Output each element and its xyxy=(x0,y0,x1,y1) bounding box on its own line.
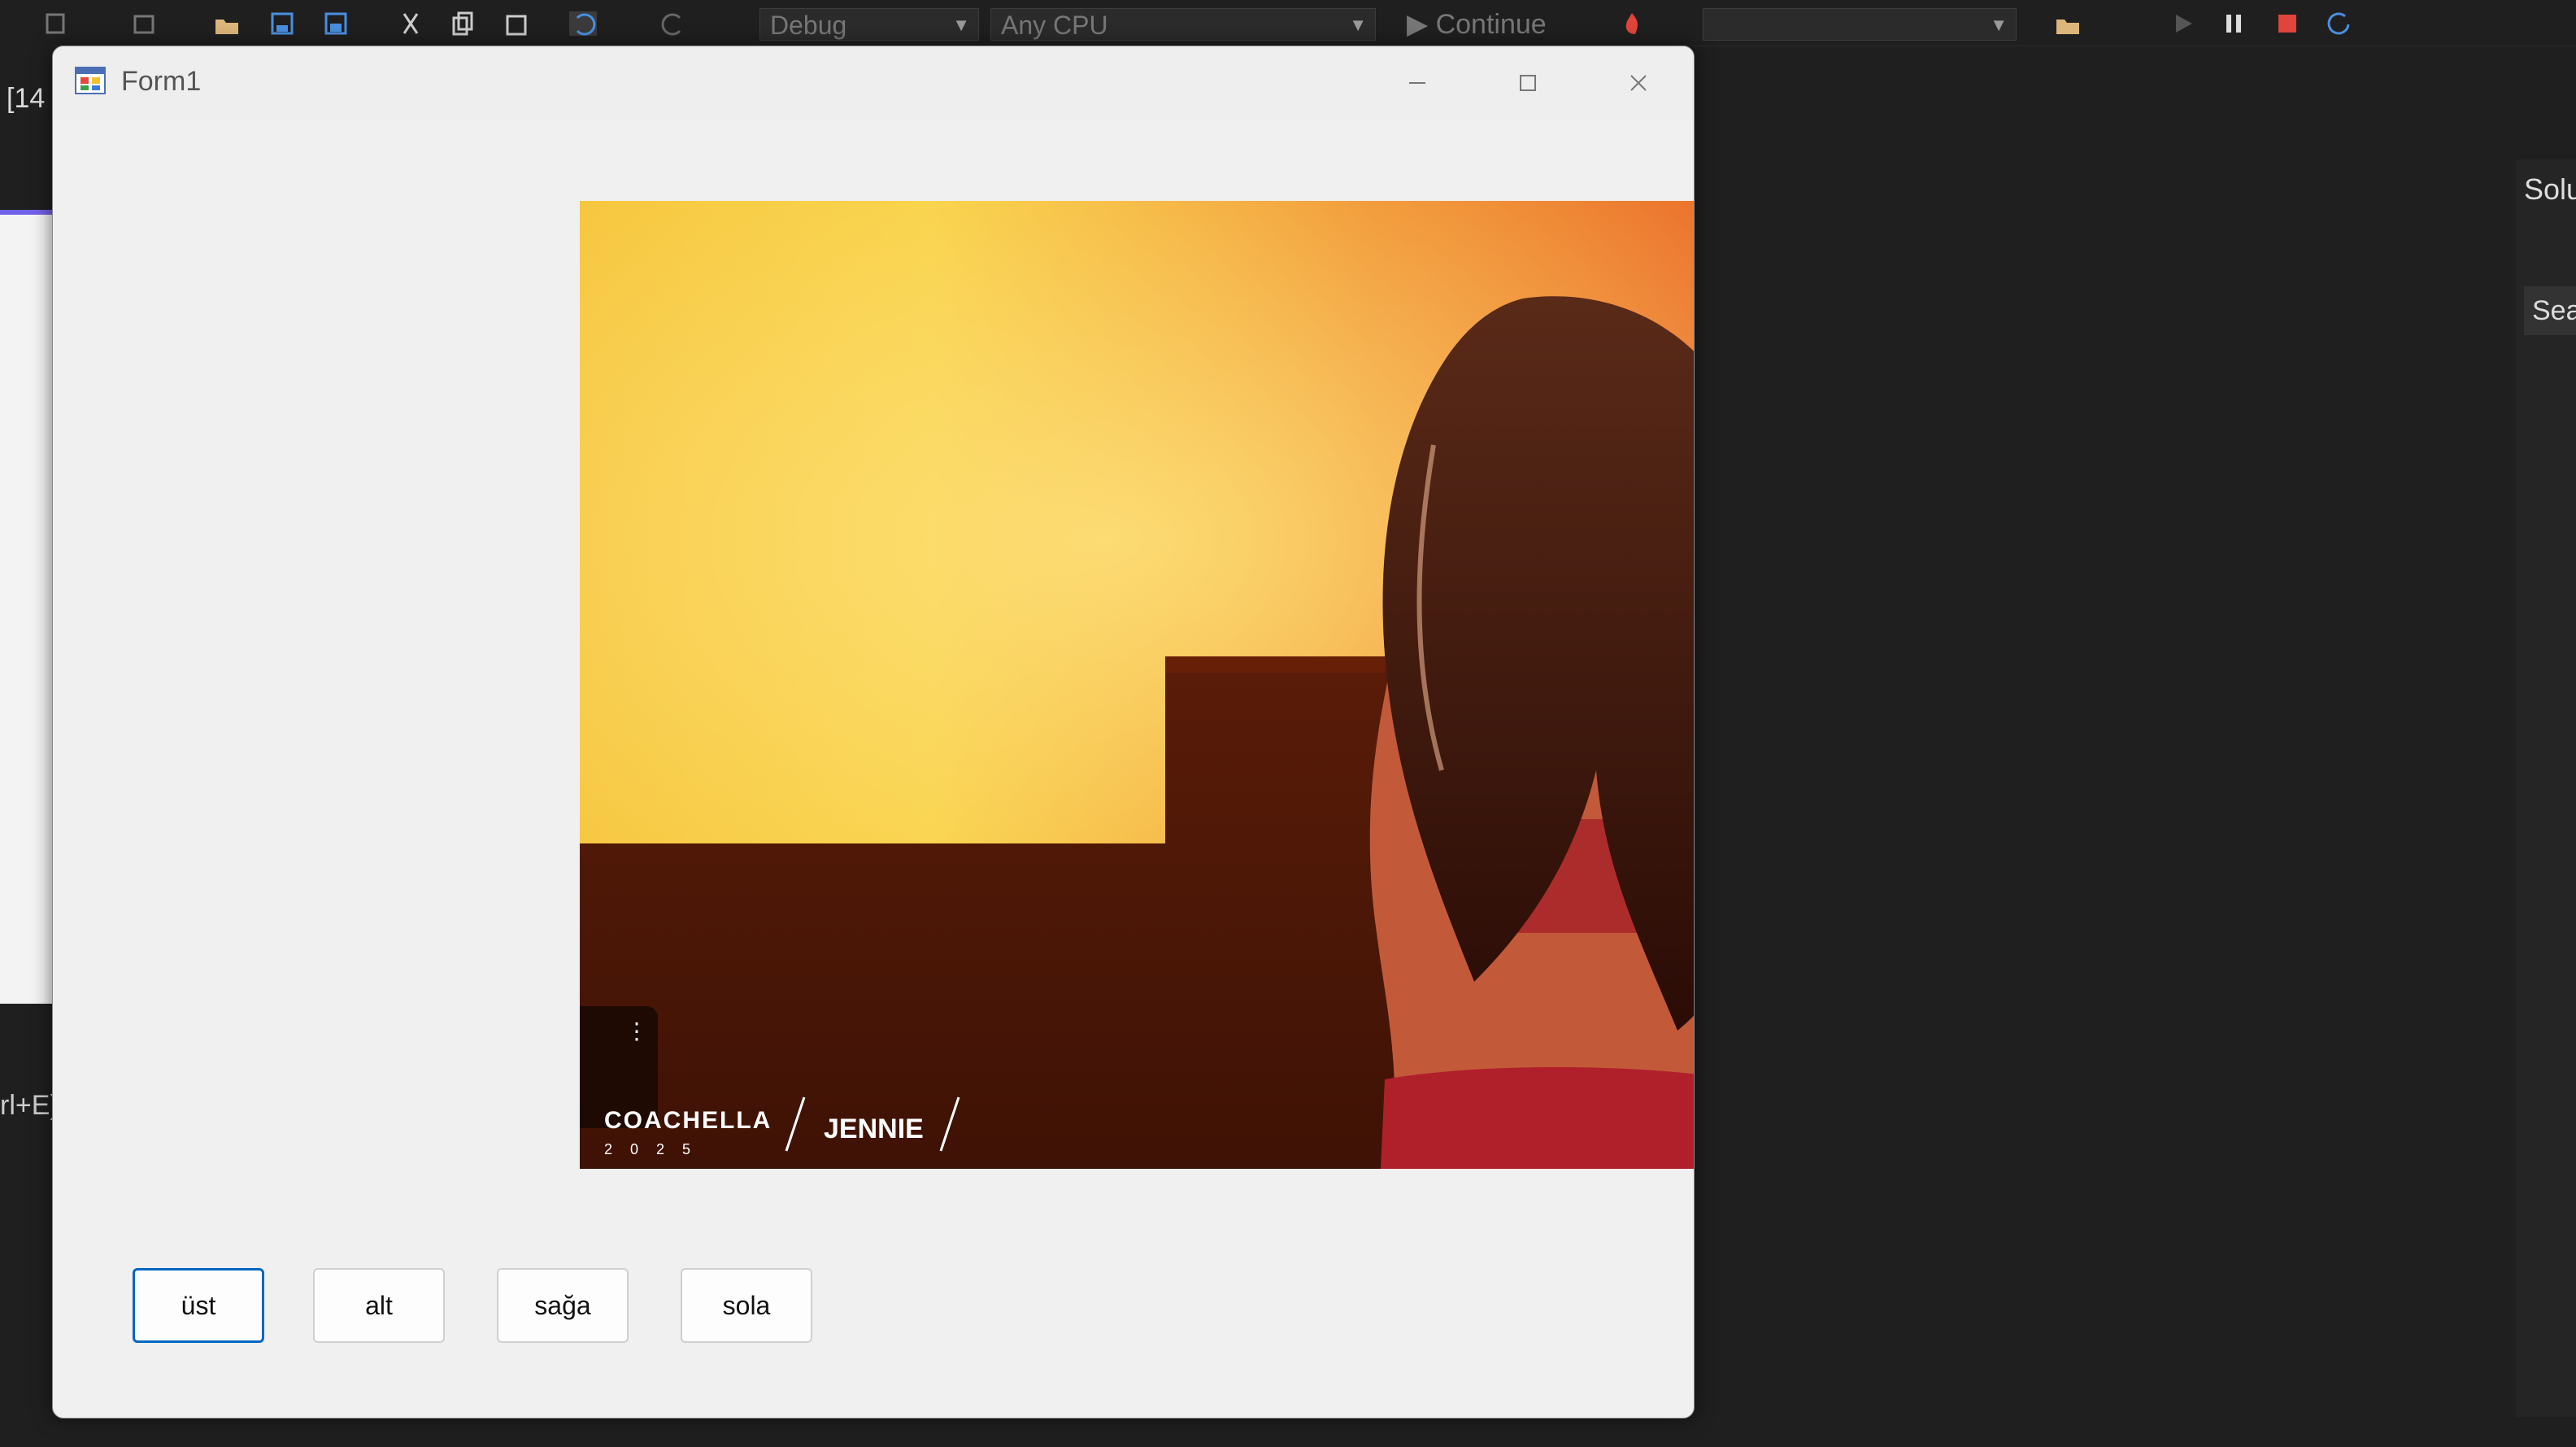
vs-shortcut-hint: rl+E) xyxy=(0,1090,59,1121)
maximize-button[interactable] xyxy=(1473,46,1583,120)
hot-reload-icon[interactable] xyxy=(1618,11,1646,36)
browse-icon[interactable] xyxy=(2054,11,2082,36)
start-icon[interactable] xyxy=(2169,11,2197,36)
redo-icon[interactable] xyxy=(660,11,688,36)
add-item-icon[interactable] xyxy=(130,11,158,36)
down-button[interactable]: alt xyxy=(313,1268,445,1343)
app-icon xyxy=(75,67,106,94)
vs-toolbar: Debug ▼ Any CPU ▼ ▶ Continue ▼ xyxy=(0,0,2576,46)
overlay-event-logo: COACHELLA xyxy=(604,1107,772,1134)
solution-explorer-panel xyxy=(2516,159,2576,1447)
target-combo[interactable]: ▼ xyxy=(1703,8,2017,41)
form-window: Form1 ⋮ COACHELLA 2025 JENNIE üst alt sa… xyxy=(52,46,1695,1419)
solution-explorer-search[interactable]: Sea xyxy=(2524,286,2576,335)
maximize-icon xyxy=(1520,75,1536,91)
window-title: Form1 xyxy=(121,66,202,97)
overlay-slash-icon xyxy=(939,1096,960,1152)
cut-icon[interactable] xyxy=(397,11,424,36)
vs-document-tab[interactable]: [14 xyxy=(7,83,45,115)
vs-designer-surface xyxy=(0,210,52,1004)
save-all-icon[interactable] xyxy=(322,11,350,36)
right-button[interactable]: sağa xyxy=(497,1268,629,1343)
close-icon xyxy=(1630,75,1647,91)
paste-icon[interactable] xyxy=(503,11,530,36)
restart-icon[interactable] xyxy=(2326,11,2353,36)
save-icon[interactable] xyxy=(268,11,296,36)
solution-explorer-title: Solu xyxy=(2524,172,2576,206)
up-button[interactable]: üst xyxy=(133,1268,264,1343)
open-folder-icon[interactable] xyxy=(213,11,241,36)
overlay-event-year: 2025 xyxy=(604,1141,709,1157)
close-button[interactable] xyxy=(1583,46,1694,120)
overlay-slash-icon xyxy=(785,1096,806,1152)
solution-platform-combo[interactable]: Any CPU ▼ xyxy=(990,8,1376,41)
stage-photo xyxy=(580,201,1694,1169)
more-options-icon: ⋮ xyxy=(625,1018,648,1044)
new-project-icon[interactable] xyxy=(42,11,70,36)
vs-status-area xyxy=(0,1417,2576,1447)
title-bar[interactable]: Form1 xyxy=(53,46,1694,120)
minimize-button[interactable] xyxy=(1362,46,1473,120)
undo-icon[interactable] xyxy=(569,11,597,36)
copy-icon[interactable] xyxy=(449,11,476,36)
picture-box: ⋮ COACHELLA 2025 JENNIE xyxy=(580,201,1694,1169)
left-button[interactable]: sola xyxy=(681,1268,812,1343)
solution-configuration-combo[interactable]: Debug ▼ xyxy=(759,8,979,41)
pause-icon[interactable] xyxy=(2220,11,2247,36)
minimize-icon xyxy=(1409,82,1425,84)
overlay-artist-name: JENNIE xyxy=(824,1114,924,1144)
continue-button[interactable]: ▶ Continue xyxy=(1407,8,1547,41)
stop-icon[interactable] xyxy=(2274,11,2301,36)
